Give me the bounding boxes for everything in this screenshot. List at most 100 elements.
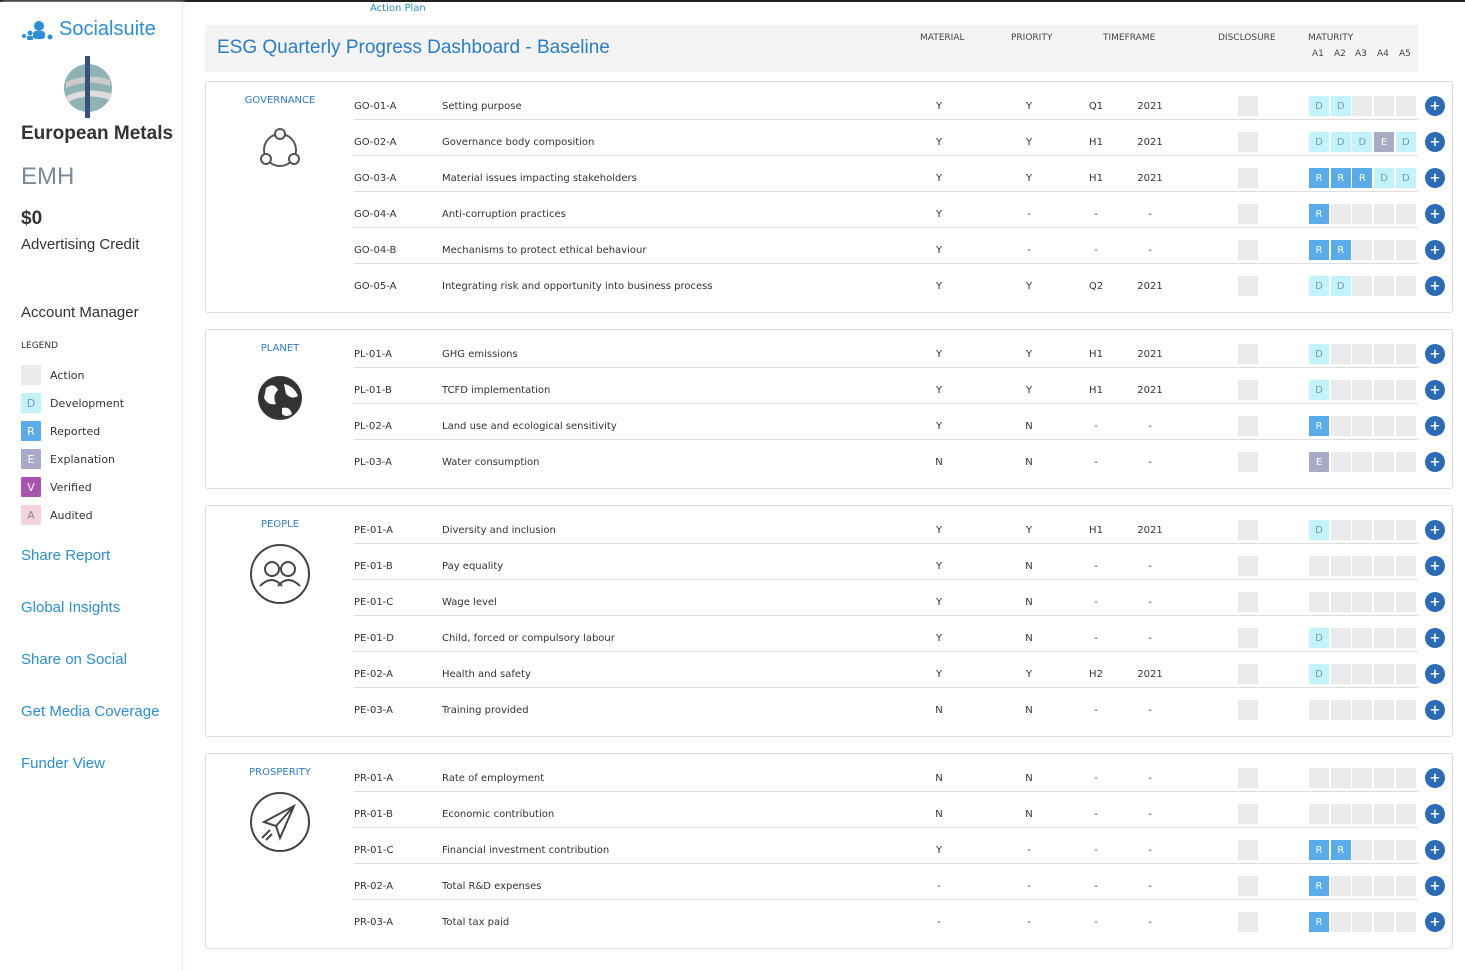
- add-button[interactable]: +: [1425, 520, 1445, 540]
- disclosure-cell[interactable]: [1238, 628, 1258, 648]
- maturity-cell-a4[interactable]: [1374, 700, 1395, 720]
- maturity-cell-a5[interactable]: [1395, 628, 1416, 648]
- maturity-cell-a3[interactable]: [1352, 628, 1373, 648]
- add-button[interactable]: +: [1425, 452, 1445, 472]
- maturity-cell-a5[interactable]: [1395, 452, 1416, 472]
- maturity-cell-a1[interactable]: R: [1309, 168, 1329, 188]
- maturity-cell-a1[interactable]: D: [1309, 132, 1329, 152]
- maturity-cell-a5[interactable]: [1395, 840, 1416, 860]
- maturity-cell-a4[interactable]: [1374, 768, 1395, 788]
- add-button[interactable]: +: [1425, 204, 1445, 224]
- row-name[interactable]: Pay equality: [442, 561, 503, 572]
- link-share-on-social[interactable]: Share on Social: [21, 651, 127, 668]
- add-button[interactable]: +: [1425, 132, 1445, 152]
- disclosure-cell[interactable]: [1238, 768, 1258, 788]
- disclosure-cell[interactable]: [1238, 452, 1258, 472]
- add-button[interactable]: +: [1425, 96, 1445, 116]
- maturity-cell-a3[interactable]: [1352, 840, 1373, 860]
- disclosure-cell[interactable]: [1238, 168, 1258, 188]
- maturity-cell-a2[interactable]: [1330, 768, 1351, 788]
- maturity-cell-a1[interactable]: [1309, 700, 1329, 720]
- maturity-cell-a1[interactable]: D: [1309, 628, 1329, 648]
- maturity-cell-a2[interactable]: [1330, 912, 1351, 932]
- maturity-cell-a1[interactable]: [1309, 804, 1329, 824]
- row-name[interactable]: Health and safety: [442, 669, 531, 680]
- maturity-cell-a3[interactable]: [1352, 912, 1373, 932]
- maturity-cell-a3[interactable]: [1352, 520, 1373, 540]
- maturity-cell-a2[interactable]: R: [1330, 840, 1351, 860]
- maturity-cell-a4[interactable]: [1374, 804, 1395, 824]
- maturity-cell-a2[interactable]: D: [1330, 96, 1351, 116]
- row-name[interactable]: Governance body composition: [442, 137, 594, 148]
- row-name[interactable]: Total tax paid: [442, 917, 509, 928]
- account-manager[interactable]: Account Manager: [21, 304, 139, 321]
- maturity-cell-a5[interactable]: [1395, 664, 1416, 684]
- maturity-cell-a3[interactable]: D: [1352, 132, 1373, 152]
- maturity-cell-a2[interactable]: D: [1330, 276, 1351, 296]
- maturity-cell-a1[interactable]: R: [1309, 416, 1329, 436]
- maturity-cell-a3[interactable]: [1352, 240, 1373, 260]
- disclosure-cell[interactable]: [1238, 804, 1258, 824]
- add-button[interactable]: +: [1425, 768, 1445, 788]
- maturity-cell-a3[interactable]: [1352, 380, 1373, 400]
- maturity-cell-a2[interactable]: [1330, 664, 1351, 684]
- disclosure-cell[interactable]: [1238, 592, 1258, 612]
- link-funder-view[interactable]: Funder View: [21, 755, 105, 772]
- maturity-cell-a4[interactable]: [1374, 344, 1395, 364]
- add-button[interactable]: +: [1425, 628, 1445, 648]
- maturity-cell-a4[interactable]: [1374, 452, 1395, 472]
- maturity-cell-a5[interactable]: [1395, 912, 1416, 932]
- add-button[interactable]: +: [1425, 592, 1445, 612]
- maturity-cell-a4[interactable]: E: [1374, 132, 1395, 152]
- disclosure-cell[interactable]: [1238, 912, 1258, 932]
- add-button[interactable]: +: [1425, 664, 1445, 684]
- maturity-cell-a4[interactable]: [1374, 416, 1395, 436]
- maturity-cell-a2[interactable]: [1330, 556, 1351, 576]
- maturity-cell-a5[interactable]: [1395, 380, 1416, 400]
- add-button[interactable]: +: [1425, 168, 1445, 188]
- row-name[interactable]: Land use and ecological sensitivity: [442, 421, 617, 432]
- row-name[interactable]: Total R&D expenses: [442, 881, 541, 892]
- row-name[interactable]: Water consumption: [442, 457, 540, 468]
- maturity-cell-a4[interactable]: [1374, 556, 1395, 576]
- row-name[interactable]: TCFD implementation: [442, 385, 550, 396]
- maturity-cell-a2[interactable]: [1330, 380, 1351, 400]
- maturity-cell-a5[interactable]: [1395, 876, 1416, 896]
- maturity-cell-a4[interactable]: D: [1374, 168, 1395, 188]
- maturity-cell-a5[interactable]: [1395, 344, 1416, 364]
- disclosure-cell[interactable]: [1238, 132, 1258, 152]
- maturity-cell-a5[interactable]: [1395, 204, 1416, 224]
- add-button[interactable]: +: [1425, 556, 1445, 576]
- maturity-cell-a5[interactable]: [1395, 804, 1416, 824]
- row-name[interactable]: Wage level: [442, 597, 497, 608]
- add-button[interactable]: +: [1425, 240, 1445, 260]
- add-button[interactable]: +: [1425, 840, 1445, 860]
- maturity-cell-a5[interactable]: [1395, 416, 1416, 436]
- maturity-cell-a4[interactable]: [1374, 520, 1395, 540]
- maturity-cell-a5[interactable]: [1395, 700, 1416, 720]
- maturity-cell-a3[interactable]: [1352, 344, 1373, 364]
- maturity-cell-a4[interactable]: [1374, 912, 1395, 932]
- maturity-cell-a5[interactable]: [1395, 520, 1416, 540]
- maturity-cell-a4[interactable]: [1374, 276, 1395, 296]
- maturity-cell-a2[interactable]: R: [1330, 168, 1351, 188]
- maturity-cell-a3[interactable]: [1352, 768, 1373, 788]
- disclosure-cell[interactable]: [1238, 380, 1258, 400]
- maturity-cell-a5[interactable]: [1395, 556, 1416, 576]
- maturity-cell-a2[interactable]: [1330, 628, 1351, 648]
- row-name[interactable]: Economic contribution: [442, 809, 554, 820]
- maturity-cell-a2[interactable]: [1330, 592, 1351, 612]
- maturity-cell-a3[interactable]: [1352, 276, 1373, 296]
- row-name[interactable]: Training provided: [442, 705, 529, 716]
- disclosure-cell[interactable]: [1238, 840, 1258, 860]
- maturity-cell-a5[interactable]: [1395, 592, 1416, 612]
- disclosure-cell[interactable]: [1238, 240, 1258, 260]
- add-button[interactable]: +: [1425, 876, 1445, 896]
- maturity-cell-a4[interactable]: [1374, 380, 1395, 400]
- maturity-cell-a1[interactable]: R: [1309, 876, 1329, 896]
- maturity-cell-a5[interactable]: D: [1395, 132, 1416, 152]
- maturity-cell-a1[interactable]: D: [1309, 520, 1329, 540]
- row-name[interactable]: Setting purpose: [442, 101, 522, 112]
- maturity-cell-a2[interactable]: [1330, 452, 1351, 472]
- row-name[interactable]: Integrating risk and opportunity into bu…: [442, 281, 713, 292]
